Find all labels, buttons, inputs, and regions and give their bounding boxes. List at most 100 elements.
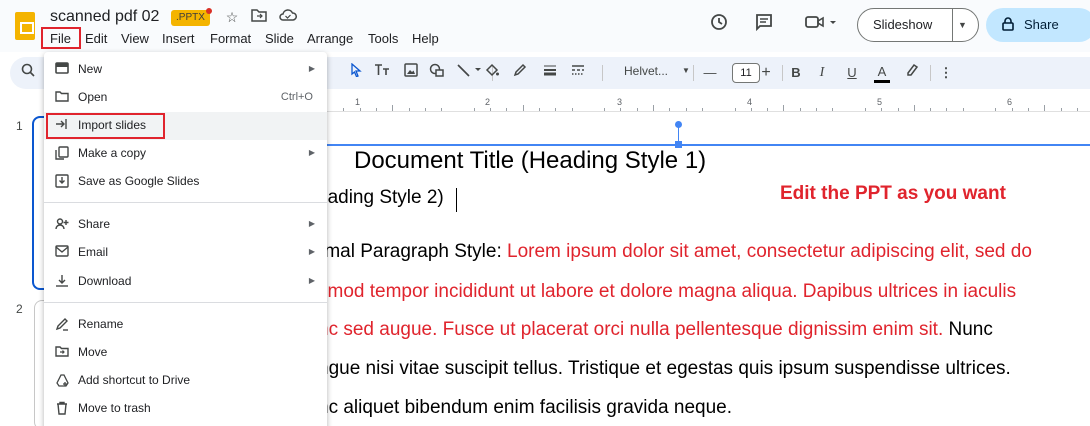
menu-item-new[interactable]: New ▶ xyxy=(44,56,327,84)
font-dropdown-icon[interactable]: ▼ xyxy=(682,66,690,75)
highlight-color-icon[interactable] xyxy=(902,63,922,83)
ruler-tick xyxy=(1076,108,1078,111)
paragraph-line[interactable]: smod tempor incididunt ut labore et dolo… xyxy=(318,281,1016,303)
shape-icon[interactable] xyxy=(427,63,447,83)
slides-logo-icon[interactable] xyxy=(15,12,35,40)
slideshow-label: Slideshow xyxy=(873,17,933,32)
menu-item-label: Email xyxy=(78,245,109,259)
italic-icon[interactable]: I xyxy=(812,63,832,83)
menu-item-label: Move xyxy=(78,345,108,359)
paragraph-line[interactable]: rmal Paragraph Style: Lorem ipsum dolor … xyxy=(318,241,1032,263)
slide-heading-2[interactable]: eading Style 2) xyxy=(317,187,444,209)
paragraph-line[interactable]: ngue nisi vitae suscipit tellus. Tristiq… xyxy=(318,358,1011,380)
menu-item-shortcut: Ctrl+O xyxy=(280,91,313,103)
ruler-tick xyxy=(490,108,491,111)
ruler-tick xyxy=(408,108,410,111)
submenu-arrow-icon: ▶ xyxy=(308,148,315,157)
save-icon xyxy=(54,174,70,190)
select-cursor-icon[interactable] xyxy=(346,62,366,83)
file-menu-highlight-box xyxy=(41,27,81,49)
increase-font-size-icon[interactable]: + xyxy=(756,63,776,83)
rename-icon xyxy=(54,317,70,333)
move-folder-icon[interactable] xyxy=(250,8,268,26)
document-title[interactable]: scanned pdf 02 xyxy=(50,8,159,26)
menu-item-email[interactable]: Email ▶ xyxy=(44,239,327,267)
submenu-arrow-icon: ▶ xyxy=(308,64,315,73)
paragraph-text-red: smod tempor incididunt ut labore et dolo… xyxy=(318,281,1017,302)
menu-item-rename[interactable]: Rename xyxy=(44,311,327,339)
slide-heading-1[interactable]: Document Title (Heading Style 1) xyxy=(354,147,706,175)
line-icon[interactable] xyxy=(455,63,485,83)
menu-insert[interactable]: Insert xyxy=(162,30,195,48)
menu-item-move[interactable]: Move xyxy=(44,339,327,367)
ruler-tick xyxy=(669,108,671,111)
move-icon xyxy=(54,345,70,361)
menu-slide[interactable]: Slide xyxy=(265,30,294,48)
menu-item-open[interactable]: Open Ctrl+O xyxy=(44,84,327,112)
menu-view[interactable]: View xyxy=(121,30,149,48)
menu-help[interactable]: Help xyxy=(412,30,439,48)
ruler-tick xyxy=(1044,105,1046,111)
ruler-tick xyxy=(946,108,948,111)
file-menu-dropdown: New ▶ Open Ctrl+O Import slides Make a c… xyxy=(44,52,327,426)
border-color-icon[interactable] xyxy=(510,63,530,83)
menu-format[interactable]: Format xyxy=(210,30,251,48)
search-menus-icon[interactable] xyxy=(18,63,38,83)
ruler-tick xyxy=(685,108,687,111)
more-options-icon[interactable]: ⋮ xyxy=(936,63,956,83)
ruler-tick xyxy=(767,108,769,111)
ruler-tick xyxy=(538,108,540,111)
text-box-icon[interactable] xyxy=(372,63,392,83)
ruler-tick xyxy=(783,105,785,111)
history-icon[interactable] xyxy=(707,12,731,36)
menu-separator xyxy=(44,302,327,303)
slideshow-button[interactable]: Slideshow ▼ xyxy=(857,8,979,42)
ruler-tick xyxy=(913,105,915,111)
paragraph-text: rmal Paragraph Style: xyxy=(318,241,508,262)
menu-tools[interactable]: Tools xyxy=(368,30,398,48)
menu-item-download[interactable]: Download ▶ xyxy=(44,268,327,296)
menu-item-make-a-copy[interactable]: Make a copy ▶ xyxy=(44,140,327,168)
underline-icon[interactable]: U xyxy=(842,63,862,83)
ruler-number: 4 xyxy=(747,97,753,107)
paragraph-text-red: Lorem ipsum dolor sit amet, consectetur … xyxy=(507,241,1032,262)
paragraph-text-red: nc sed augue. Fusce ut placerat orci nul… xyxy=(318,319,944,340)
menu-item-move-to-trash[interactable]: Move to trash xyxy=(44,395,327,423)
ruler-tick xyxy=(392,105,394,111)
person-add-icon xyxy=(54,217,70,233)
ruler-tick xyxy=(604,108,606,111)
ruler-number: 6 xyxy=(1007,97,1013,107)
font-family-select[interactable]: Helvet... xyxy=(624,64,668,78)
bold-icon[interactable]: B xyxy=(786,63,806,83)
fill-color-icon[interactable] xyxy=(482,63,502,83)
insert-image-icon[interactable] xyxy=(401,63,421,83)
ruler-tick xyxy=(832,108,834,111)
menu-arrange[interactable]: Arrange xyxy=(307,30,353,48)
border-weight-icon[interactable] xyxy=(540,63,560,83)
toolbar-divider xyxy=(693,65,694,81)
menu-edit[interactable]: Edit xyxy=(85,30,107,48)
star-icon[interactable]: ☆ xyxy=(223,8,241,26)
comments-icon[interactable] xyxy=(752,12,776,36)
menu-item-share[interactable]: Share ▶ xyxy=(44,211,327,239)
meet-video-icon[interactable] xyxy=(800,12,840,36)
cloud-saved-icon[interactable] xyxy=(279,8,297,26)
paragraph-line[interactable]: nc aliquet bibendum enim facilisis gravi… xyxy=(318,397,732,419)
decrease-font-size-icon[interactable]: — xyxy=(700,63,720,83)
ruler-tick xyxy=(864,108,866,111)
submenu-arrow-icon: ▶ xyxy=(308,247,315,256)
ruler-tick xyxy=(701,108,703,111)
menu-item-save-as-google-slides[interactable]: Save as Google Slides xyxy=(44,168,327,196)
border-dash-icon[interactable] xyxy=(568,63,588,83)
download-icon xyxy=(54,274,70,290)
slideshow-dropdown-icon[interactable]: ▼ xyxy=(958,9,967,41)
ruler-number: 1 xyxy=(355,97,361,107)
rotate-handle[interactable] xyxy=(675,121,682,128)
paragraph-text: nc aliquet bibendum enim facilisis gravi… xyxy=(318,397,733,418)
ruler-tick xyxy=(995,108,997,111)
ruler-tick xyxy=(653,105,654,111)
paragraph-line[interactable]: nc sed augue. Fusce ut placerat orci nul… xyxy=(318,319,993,341)
menu-item-add-shortcut-to-drive[interactable]: Add shortcut to Drive xyxy=(44,367,327,395)
submenu-arrow-icon: ▶ xyxy=(308,276,315,285)
share-button[interactable]: Share xyxy=(986,8,1090,42)
